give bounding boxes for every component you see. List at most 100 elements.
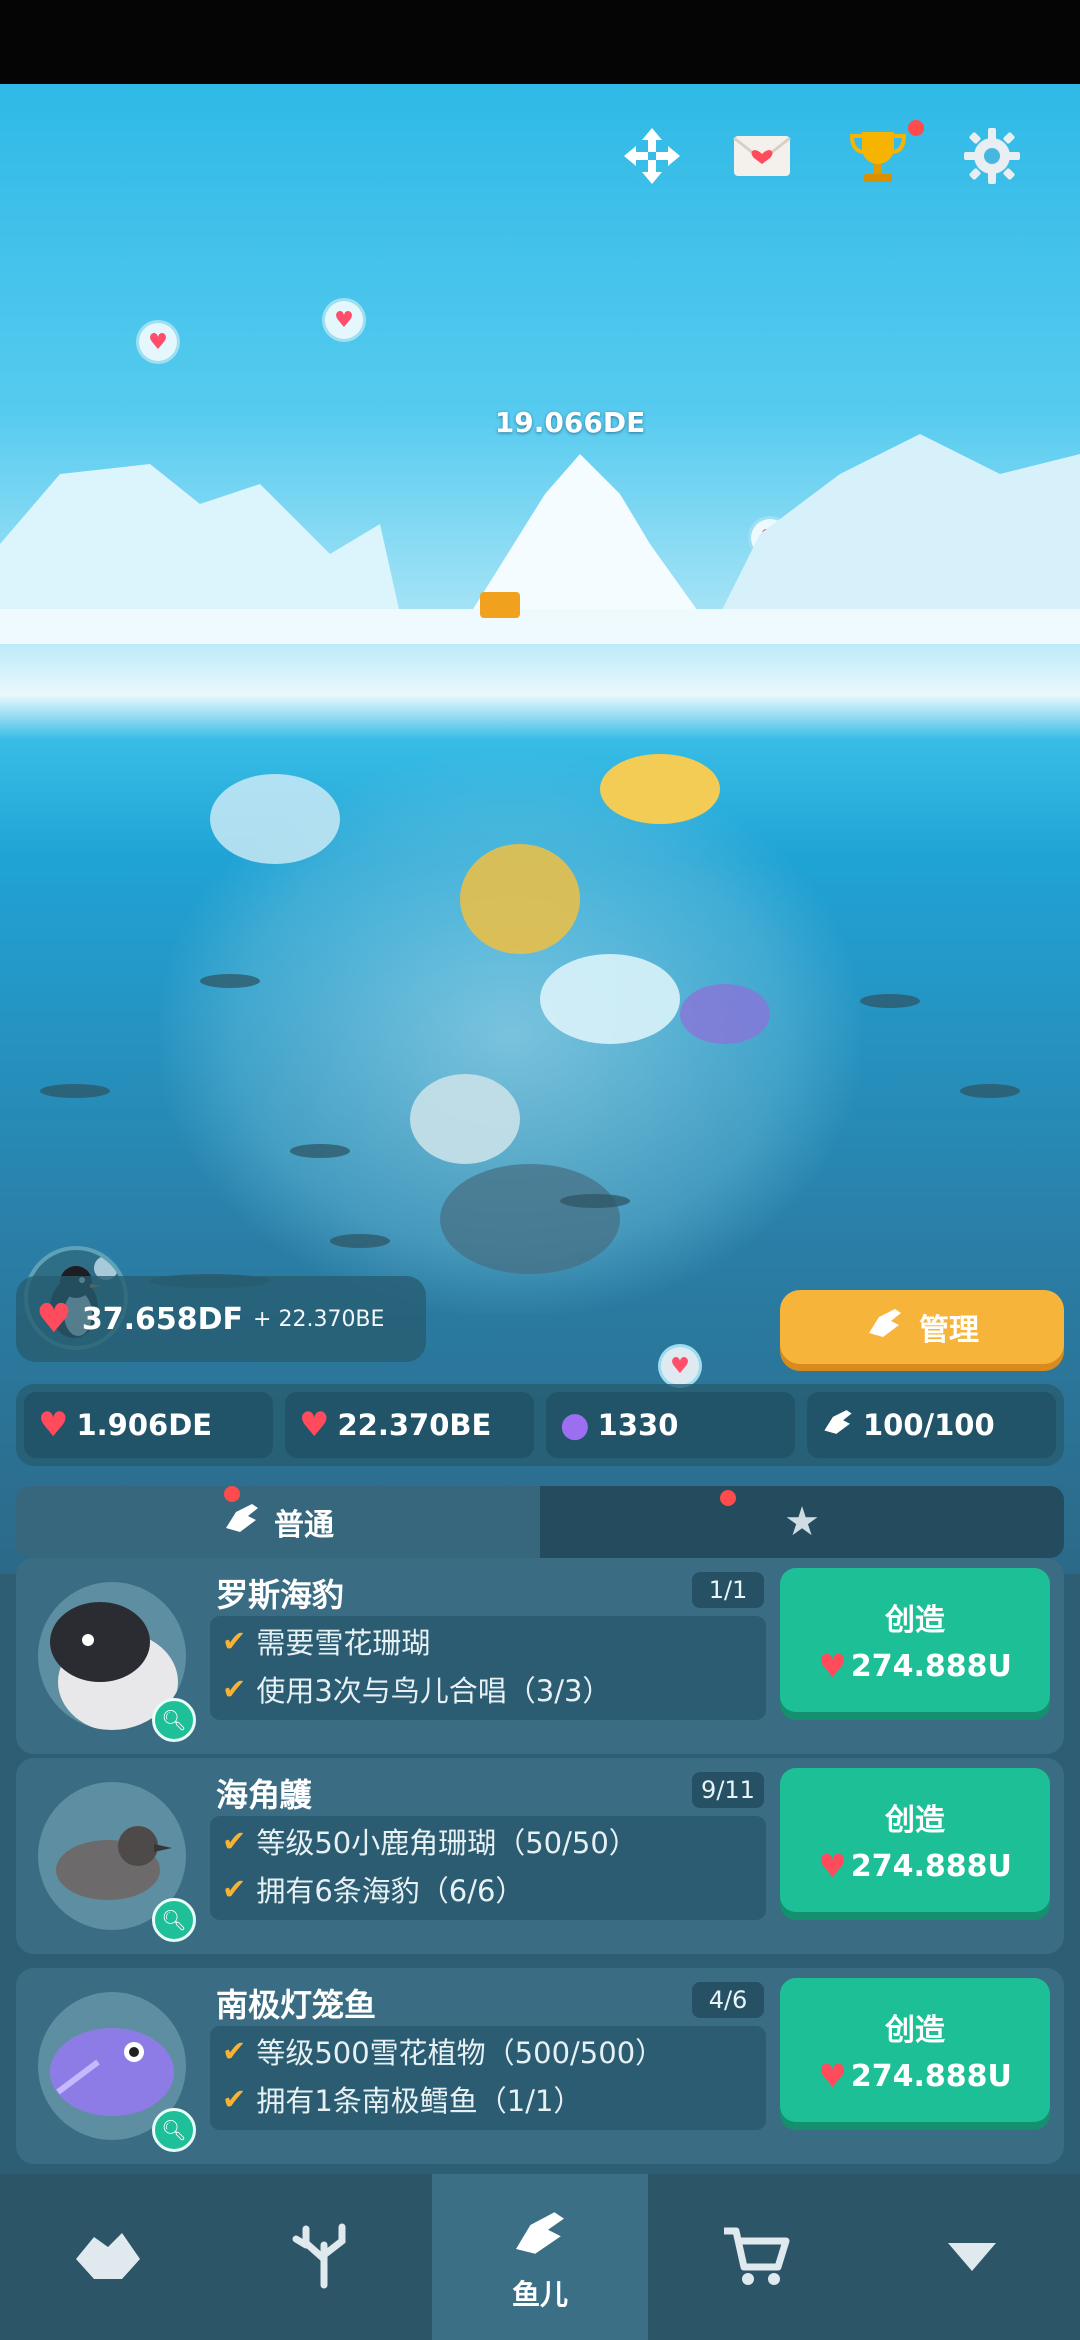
creature-card: 🔍︎ 罗斯海豹 1/1 ✔ 需要雪花珊瑚 ✔ 使用3次与鸟儿合唱（3/3） 创造 ♥… <box>16 1558 1064 1754</box>
creature-count: 1/1 <box>692 1572 764 1608</box>
magnifier-icon[interactable]: 🔍︎ <box>152 2108 196 2152</box>
create-price: ♥ 274.888U <box>818 1847 1012 1885</box>
trophy-icon[interactable] <box>846 124 910 188</box>
nav-collapse[interactable] <box>864 2174 1080 2340</box>
create-label: 创造 <box>885 2013 945 2048</box>
requirement-text: 等级50小鹿角珊瑚（50/50） <box>256 1826 638 1860</box>
requirements: ✔ 等级50小鹿角珊瑚（50/50） ✔ 拥有6条海豹（6/6） <box>210 1816 766 1920</box>
check-icon: ✔ <box>222 1824 247 1858</box>
mail-heart-icon[interactable] <box>730 124 794 188</box>
create-label: 创造 <box>885 1803 945 1838</box>
iceberg-value-label: 19.066DE <box>494 406 646 439</box>
check-icon: ✔ <box>222 2082 247 2116</box>
trophy-notification-dot <box>908 120 924 136</box>
fish <box>40 1084 110 1098</box>
coral <box>460 844 580 954</box>
fish-capacity-value: 100/100 <box>863 1408 995 1442</box>
requirement-text: 使用3次与鸟儿合唱（3/3） <box>256 1674 612 1708</box>
collapse-arrow-icon <box>932 2215 1012 2299</box>
creature-list[interactable]: 🔍︎ 罗斯海豹 1/1 ✔ 需要雪花珊瑚 ✔ 使用3次与鸟儿合唱（3/3） 创造 ♥… <box>0 1558 1080 2174</box>
create-button[interactable]: 创造 ♥ 274.888U <box>780 1978 1050 2122</box>
move-arrows-icon[interactable] <box>620 124 684 188</box>
heart-icon: ♥ <box>818 1647 847 1685</box>
fish-count-icon <box>821 1405 855 1446</box>
creature-count: 9/11 <box>692 1772 764 1808</box>
requirements: ✔ 等级500雪花植物（500/500） ✔ 拥有1条南极鳕鱼（1/1） <box>210 2026 766 2130</box>
nav-shop[interactable] <box>648 2174 864 2340</box>
hearts-rate: + 22.370BE <box>253 1306 385 1332</box>
heart-bubble[interactable]: ♥ <box>322 298 366 342</box>
creature-card: 🔍︎ 海角鸌 9/11 ✔ 等级50小鹿角珊瑚（50/50） ✔ 拥有6条海豹（6/… <box>16 1758 1064 1954</box>
creature-count: 4/6 <box>692 1982 764 2018</box>
check-icon: ✔ <box>222 1624 247 1658</box>
pearls-value: 1330 <box>597 1408 679 1442</box>
creature-name: 南极灯笼鱼 <box>216 1986 377 2024</box>
tab-favorite[interactable]: ★ <box>540 1486 1064 1558</box>
coral <box>210 774 340 864</box>
nav-fish[interactable]: 鱼儿 <box>432 2174 648 2340</box>
requirement-text: 拥有6条海豹（6/6） <box>256 1874 525 1908</box>
fish <box>960 1084 1020 1098</box>
iceberg-icon <box>68 2215 148 2299</box>
manage-button[interactable]: 管理 <box>780 1290 1064 1364</box>
coral <box>540 954 680 1044</box>
star-icon: ★ <box>784 1499 820 1545</box>
create-price: ♥ 274.888U <box>818 1647 1012 1685</box>
hearts-bar: ♥ 37.658DF + 22.370BE <box>16 1276 426 1362</box>
create-button[interactable]: 创造 ♥ 274.888U <box>780 1568 1050 1712</box>
fish <box>560 1194 630 1208</box>
creature-name: 海角鸌 <box>216 1776 313 1814</box>
heart-bubble[interactable]: ♥ <box>658 1344 702 1388</box>
create-button[interactable]: 创造 ♥ 274.888U <box>780 1768 1050 1912</box>
gear-icon[interactable] <box>960 124 1024 188</box>
tap-hearts-stat: ♥ 1.906DE <box>24 1392 273 1458</box>
cart-icon <box>716 2215 796 2299</box>
fish-icon <box>508 2201 572 2269</box>
iceberg-landscape <box>0 434 1080 644</box>
stats-row: ♥ 1.906DE ♥ 22.370BE ● 1330 100/100 <box>16 1384 1064 1466</box>
timer-heart-icon: ♥ <box>299 1405 330 1445</box>
check-icon: ✔ <box>222 2034 247 2068</box>
check-icon: ✔ <box>222 1672 247 1706</box>
requirement-item: ✔ 拥有1条南极鳕鱼（1/1） <box>222 2078 582 2120</box>
coral <box>600 754 720 824</box>
heart-icon: ♥ <box>36 1296 72 1342</box>
create-label: 创造 <box>885 1603 945 1638</box>
tap-heart-icon: ♥ <box>38 1405 69 1445</box>
tab-normal-label: 普通 <box>274 1508 334 1543</box>
bottom-nav: 鱼儿 <box>0 2174 1080 2340</box>
timed-hearts-value: 22.370BE <box>337 1408 492 1442</box>
requirements: ✔ 需要雪花珊瑚 ✔ 使用3次与鸟儿合唱（3/3） <box>210 1616 766 1720</box>
price-value: 274.888U <box>850 1648 1012 1684</box>
nav-coral[interactable] <box>216 2174 432 2340</box>
requirement-text: 等级500雪花植物（500/500） <box>256 2036 665 2070</box>
requirement-text: 拥有1条南极鳕鱼（1/1） <box>256 2084 583 2118</box>
check-icon: ✔ <box>222 1872 247 1906</box>
tab-normal[interactable]: 普通 <box>16 1486 540 1558</box>
nav-iceberg[interactable] <box>0 2174 216 2340</box>
magnifier-icon[interactable]: 🔍︎ <box>152 1698 196 1742</box>
magnifier-icon[interactable]: 🔍︎ <box>152 1898 196 1942</box>
price-value: 274.888U <box>850 1848 1012 1884</box>
tap-hearts-value: 1.906DE <box>76 1408 213 1442</box>
fish <box>860 994 920 1008</box>
timed-hearts-stat: ♥ 22.370BE <box>285 1392 534 1458</box>
coral-icon <box>284 2215 364 2299</box>
requirement-item: ✔ 需要雪花珊瑚 <box>222 1620 430 1662</box>
coral <box>440 1164 620 1274</box>
requirement-item: ✔ 拥有6条海豹（6/6） <box>222 1868 524 1910</box>
fish <box>330 1234 390 1248</box>
creature-tabs: 普通 ★ <box>16 1486 1064 1558</box>
nav-fish-label: 鱼儿 <box>511 2278 568 2311</box>
status-bar <box>0 0 1080 84</box>
fish <box>290 1144 350 1158</box>
pearl-icon: ● <box>560 1405 590 1445</box>
fish <box>200 974 260 988</box>
requirement-text: 需要雪花珊瑚 <box>256 1626 431 1660</box>
heart-icon: ♥ <box>818 1847 847 1885</box>
requirement-item: ✔ 使用3次与鸟儿合唱（3/3） <box>222 1668 611 1710</box>
heart-bubble[interactable]: ♥ <box>136 320 180 364</box>
heart-icon: ♥ <box>818 2057 847 2095</box>
coral <box>410 1074 520 1164</box>
create-price: ♥ 274.888U <box>818 2057 1012 2095</box>
